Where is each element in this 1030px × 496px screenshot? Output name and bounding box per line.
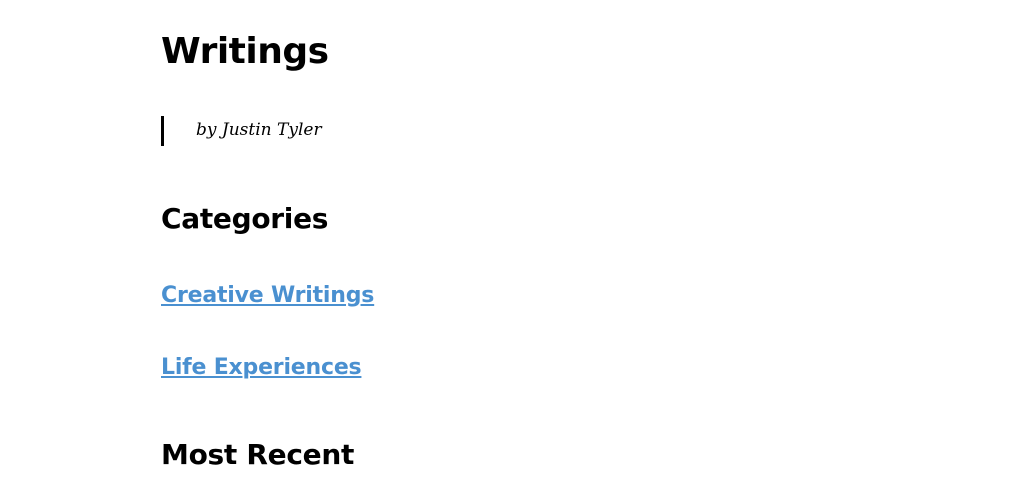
categories-heading: Categories <box>161 202 329 235</box>
byline-text: by Justin Tyler <box>196 120 322 140</box>
most-recent-heading: Most Recent <box>161 438 355 471</box>
category-link-creative-writings[interactable]: Creative Writings <box>161 282 374 310</box>
page-title: Writings <box>161 31 329 72</box>
byline-blockquote: by Justin Tyler <box>161 116 322 146</box>
category-link-life-experiences[interactable]: Life Experiences <box>161 354 362 382</box>
